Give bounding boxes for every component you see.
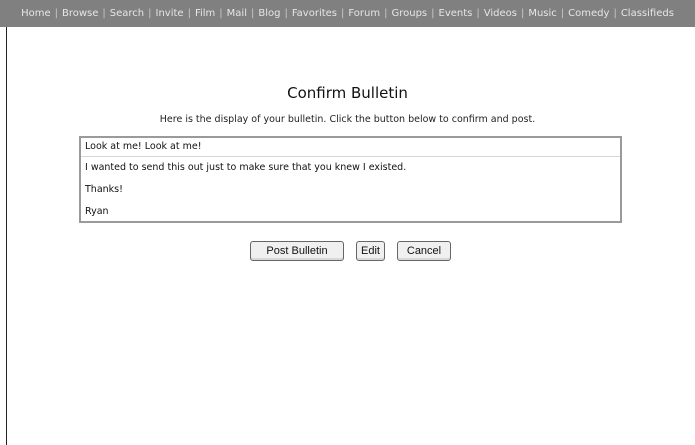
nav-blog[interactable]: Blog — [258, 8, 280, 19]
nav-classifieds[interactable]: Classifieds — [621, 8, 674, 19]
nav-separator: | — [384, 8, 388, 19]
page-instructions: Here is the display of your bulletin. Cl… — [159, 114, 536, 125]
nav-separator: | — [431, 8, 435, 19]
nav-separator: | — [476, 8, 480, 19]
nav-separator: | — [219, 8, 223, 19]
cancel-button[interactable]: Cancel — [397, 241, 451, 261]
nav-search[interactable]: Search — [110, 8, 144, 19]
nav-events[interactable]: Events — [439, 8, 473, 19]
nav-invite[interactable]: Invite — [156, 8, 184, 19]
nav-separator: | — [250, 8, 255, 19]
nav-separator: | — [560, 8, 565, 19]
nav-separator: | — [187, 8, 191, 19]
nav-videos[interactable]: Videos — [484, 8, 517, 19]
nav-separator: | — [54, 8, 58, 19]
bulletin-subject: Look at me! Look at me! — [81, 138, 620, 157]
nav-separator: | — [148, 8, 152, 19]
post-bulletin-button[interactable]: Post Bulletin — [250, 241, 344, 261]
nav-separator: | — [520, 8, 525, 19]
nav-browse[interactable]: Browse — [62, 8, 98, 19]
bulletin-body-line: Thanks! — [85, 184, 123, 195]
nav-film[interactable]: Film — [195, 8, 215, 19]
nav-separator: | — [613, 8, 617, 19]
nav-favorites[interactable]: Favorites — [292, 8, 337, 19]
nav-forum[interactable]: Forum — [348, 8, 380, 19]
nav-home[interactable]: Home — [21, 8, 51, 19]
page-title: Confirm Bulletin — [287, 84, 408, 102]
bulletin-body-line: Ryan — [85, 206, 109, 217]
nav-music[interactable]: Music — [528, 8, 556, 19]
nav-comedy[interactable]: Comedy — [568, 8, 609, 19]
nav-separator: | — [341, 8, 345, 19]
edit-button[interactable]: Edit — [356, 241, 385, 261]
bulletin-body: I wanted to send this out just to make s… — [81, 157, 620, 223]
nav-groups[interactable]: Groups — [391, 8, 427, 19]
nav-separator: | — [284, 8, 288, 19]
bulletin-body-line: I wanted to send this out just to make s… — [85, 162, 407, 173]
nav-separator: | — [102, 8, 106, 19]
bulletin-preview-box: Look at me! Look at me! I wanted to send… — [79, 136, 622, 223]
top-nav-bar: Home | Browse | Search | Invite | Film | Mail | Blog… — [0, 0, 695, 27]
nav-mail[interactable]: Mail — [227, 8, 247, 19]
